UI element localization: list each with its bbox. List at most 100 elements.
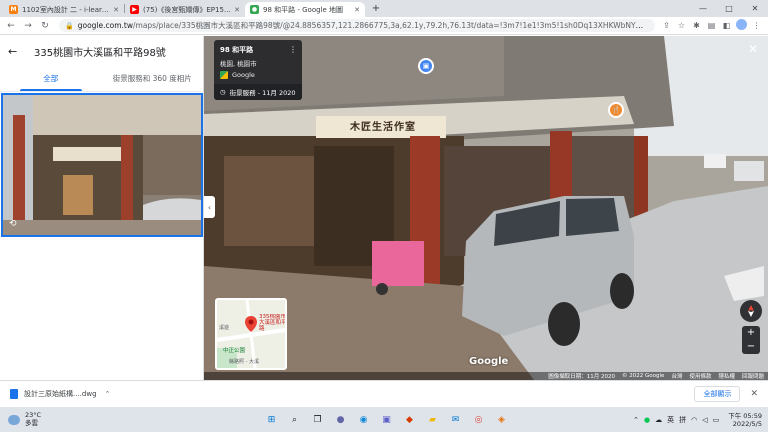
cloud-icon xyxy=(8,414,20,425)
minimap[interactable]: 335桃園市大溪區和平路 中正公園 縣路照 - 大溪 溪遊 xyxy=(215,298,287,370)
zoom-out-button[interactable]: − xyxy=(742,340,760,354)
weather-text: 23°C 多雲 xyxy=(25,411,41,427)
window-controls: — □ ✕ xyxy=(690,0,768,17)
panel-tabs: 全部 街景服務和 360 度相片 xyxy=(0,66,203,92)
teams-icon[interactable]: ▣ xyxy=(377,410,396,429)
search-icon[interactable]: ⌕ xyxy=(285,410,304,429)
card-city: 桃園, 桃園市 xyxy=(220,60,257,68)
minimap-side-label: 溪遊 xyxy=(219,325,230,331)
region-link[interactable]: 台灣 xyxy=(671,372,682,380)
google-logo: Google xyxy=(469,356,509,367)
copyright: © 2022 Google xyxy=(622,373,665,379)
chevron-up-icon[interactable]: ⌃ xyxy=(633,416,639,424)
tab-google-maps[interactable]: ● 98 和平路 - Google 地圖 ✕ xyxy=(245,2,365,17)
tab-streetview-360[interactable]: 街景服務和 360 度相片 xyxy=(102,66,204,91)
forward-button[interactable]: → xyxy=(21,19,35,33)
tab-ilearning[interactable]: M 1102室內設計 二 - i-learning平台 ✕ xyxy=(4,2,124,17)
file-explorer-icon[interactable]: ▰ xyxy=(423,410,442,429)
volume-icon[interactable]: ◁ xyxy=(702,416,707,424)
windows-taskbar: 23°C 多雲 ⊞ ⌕ ❐ ● ◉ ▣ ◆ ▰ ✉ ◎ ◈ ⌃ ● ☁ 英 拼 … xyxy=(0,407,768,432)
task-view-icon[interactable]: ❐ xyxy=(308,410,327,429)
onedrive-icon[interactable]: ☁ xyxy=(655,416,662,424)
extensions-icon[interactable]: ✱ xyxy=(690,21,703,30)
office-icon[interactable]: ◆ xyxy=(400,410,419,429)
close-icon[interactable]: ✕ xyxy=(234,6,240,14)
chrome-icon[interactable]: ◎ xyxy=(469,410,488,429)
lock-icon[interactable]: 🔒 xyxy=(65,22,74,30)
ime-language[interactable]: 英 xyxy=(667,415,674,425)
maximize-button[interactable]: □ xyxy=(716,4,742,13)
place-photos-panel: ← 335桃園市大溪區和平路98號 全部 街景服務和 360 度相片 ⟲ xyxy=(0,36,204,380)
file-icon xyxy=(10,389,18,399)
report-link[interactable]: 回報問題 xyxy=(742,372,764,380)
app-icon[interactable]: ◈ xyxy=(492,410,511,429)
wifi-icon[interactable]: ◠ xyxy=(691,416,697,424)
arrow-back-icon[interactable]: ← xyxy=(8,45,28,58)
shop-sign: 木匠生活作室 xyxy=(350,122,416,133)
windows-start-icon[interactable]: ⊞ xyxy=(262,410,281,429)
privacy-link[interactable]: 隱私權 xyxy=(718,372,735,380)
weather-condition: 多雲 xyxy=(25,418,38,427)
address-bar[interactable]: 🔒 google.com.tw/maps/place/335桃園市大溪區和平路9… xyxy=(59,19,655,32)
close-icon[interactable]: ✕ xyxy=(750,389,758,399)
profile-avatar[interactable] xyxy=(735,19,748,32)
thumbnail-image xyxy=(3,95,201,235)
downloads-bar: 設計三原始紙構....dwg ⌃ 全部顯示 ✕ xyxy=(0,380,768,407)
reload-button[interactable]: ↻ xyxy=(38,19,52,33)
google-maps-icon xyxy=(220,71,228,79)
clock-icon: ◷ xyxy=(220,88,226,96)
tab-youtube[interactable]: ▶ (75)《後宮甄嬛傳》EP15 - 李佳... ✕ xyxy=(125,2,245,17)
download-filename: 設計三原始紙構....dwg xyxy=(24,390,97,398)
streetview-360-icon: ⟲ xyxy=(9,219,17,229)
close-icon[interactable]: ✕ xyxy=(354,6,360,14)
poi-marker-food-icon[interactable]: 🍴 xyxy=(608,102,624,118)
toolbar-icons: ⇪ ☆ ✱ ▤ ◧ ⋮ xyxy=(659,19,764,32)
capture-date: 圖像擷取日期：11月 2020 xyxy=(548,374,616,380)
edge-icon[interactable]: ◉ xyxy=(354,410,373,429)
date-label: 街景服務 - 11月 2020 xyxy=(229,89,296,97)
url-text: google.com.tw/maps/place/335桃園市大溪區和平路98號… xyxy=(78,20,649,31)
tab-title: 98 和平路 - Google 地圖 xyxy=(263,5,344,14)
streetview-thumbnail[interactable]: ⟲ xyxy=(1,93,203,237)
chat-icon[interactable]: ● xyxy=(331,410,350,429)
weather-widget[interactable]: 23°C 多雲 xyxy=(0,411,120,427)
new-tab-button[interactable]: + xyxy=(369,2,383,16)
back-button[interactable]: ← xyxy=(4,19,18,33)
download-item[interactable]: 設計三原始紙構....dwg ⌃ xyxy=(10,389,110,399)
address-toolbar: ← → ↻ 🔒 google.com.tw/maps/place/335桃園市大… xyxy=(0,17,768,35)
share-icon[interactable]: ⇪ xyxy=(660,21,673,30)
compass-needle xyxy=(748,305,754,317)
collapse-panel-button[interactable]: ‹ xyxy=(204,196,215,218)
browser-tab-strip: M 1102室內設計 二 - i-learning平台 ✕ ▶ (75)《後宮甄… xyxy=(0,0,768,17)
panel-title: 335桃園市大溪區和平路98號 xyxy=(34,47,166,59)
battery-icon[interactable]: ▭ xyxy=(713,416,720,424)
tab-all[interactable]: 全部 xyxy=(0,66,102,91)
star-icon[interactable]: ☆ xyxy=(675,21,688,30)
close-icon[interactable]: ✕ xyxy=(113,6,119,14)
clock[interactable]: 下午 05:59 2022/5/5 xyxy=(728,412,762,428)
line-icon[interactable]: ● xyxy=(644,416,650,424)
close-icon[interactable]: ✕ xyxy=(748,42,758,56)
close-window-button[interactable]: ✕ xyxy=(742,4,768,13)
more-options-icon[interactable]: ⋮ xyxy=(289,45,297,54)
moodle-icon: M xyxy=(9,5,18,14)
zoom-in-button[interactable]: + xyxy=(742,326,760,340)
sidebar-icon[interactable]: ◧ xyxy=(720,21,733,30)
clock-date: 2022/5/5 xyxy=(732,419,762,428)
compass-icon[interactable] xyxy=(740,300,762,322)
streetview-viewer[interactable]: ▣ 🍴 98 和平路 桃園, 桃園市 Google ⋮ ◷ 街景服務 - 11月… xyxy=(204,36,768,380)
url-path: /maps/place/335桃園市大溪區和平路98號/@24.8856357,… xyxy=(132,21,649,30)
tab-title: (75)《後宮甄嬛傳》EP15 - 李佳... xyxy=(143,5,231,14)
mail-icon[interactable]: ✉ xyxy=(446,410,465,429)
youtube-icon: ▶ xyxy=(130,5,139,14)
streetview-date[interactable]: ◷ 街景服務 - 11月 2020 xyxy=(214,84,302,100)
show-all-downloads-button[interactable]: 全部顯示 xyxy=(694,386,741,402)
terms-link[interactable]: 使用條款 xyxy=(689,372,711,380)
poi-marker-shopping-icon[interactable]: ▣ xyxy=(418,58,434,74)
card-address: 98 和平路 xyxy=(220,46,254,54)
minimize-button[interactable]: — xyxy=(690,4,716,13)
reading-list-icon[interactable]: ▤ xyxy=(705,21,718,30)
menu-icon[interactable]: ⋮ xyxy=(750,21,763,30)
chevron-up-icon[interactable]: ⌃ xyxy=(105,390,111,398)
ime-mode[interactable]: 拼 xyxy=(679,415,686,425)
